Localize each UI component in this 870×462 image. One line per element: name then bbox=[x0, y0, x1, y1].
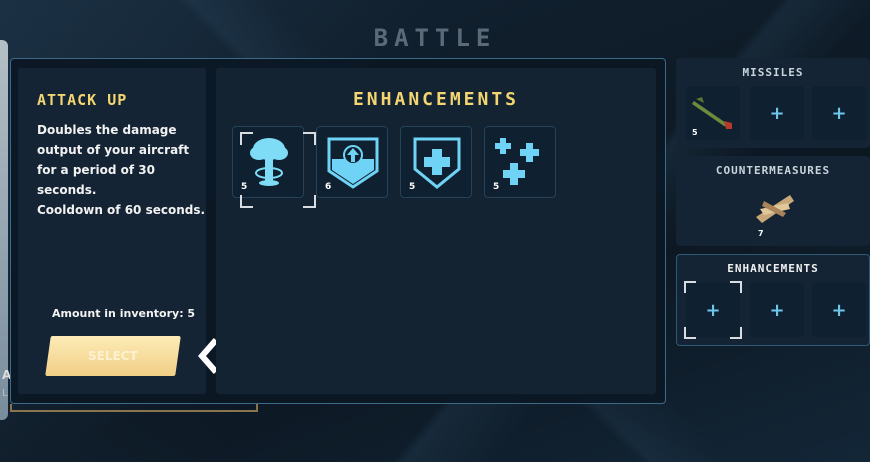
missile-slot-empty[interactable]: + bbox=[812, 86, 866, 140]
enhancement-description: Doubles the damage output of your aircra… bbox=[37, 120, 206, 220]
enhancements-panel bbox=[216, 68, 656, 394]
background-card-frame bbox=[10, 404, 258, 412]
description-line: Cooldown of 60 seconds. bbox=[37, 203, 206, 217]
selection-corners bbox=[684, 281, 742, 339]
enhancement-item-repair[interactable]: 5 bbox=[484, 126, 556, 198]
slot-count: 5 bbox=[692, 128, 698, 137]
nuke-cloud-icon bbox=[250, 138, 288, 186]
enhancements-title: ENHANCEMENTS bbox=[352, 89, 520, 110]
enhancements-loadout-title: ENHANCEMENTS bbox=[727, 262, 819, 275]
missiles-title: MISSILES bbox=[742, 66, 804, 79]
description-line: for a period of 30 bbox=[37, 163, 155, 177]
description-line: output of your aircraft bbox=[37, 143, 190, 157]
slot-count: 7 bbox=[758, 229, 764, 238]
enhancement-slot-empty[interactable]: + bbox=[812, 283, 866, 337]
enhancement-name: ATTACK UP bbox=[37, 91, 128, 109]
plus-icon: + bbox=[769, 299, 785, 321]
enhancement-item-shield-repair[interactable]: 5 bbox=[400, 126, 472, 198]
enhancement-item-shield-boost[interactable]: 6 bbox=[316, 126, 388, 198]
shield-plus-icon bbox=[413, 137, 461, 189]
plus-icon: + bbox=[831, 102, 847, 124]
item-count: 5 bbox=[241, 182, 248, 192]
item-count: 6 bbox=[325, 182, 332, 192]
background-aircraft-card bbox=[0, 40, 8, 420]
shield-up-arrow-icon bbox=[327, 137, 379, 189]
background-card-text: L bbox=[2, 388, 8, 399]
screen-title: BATTLE bbox=[373, 24, 497, 52]
missile-icon bbox=[692, 97, 732, 129]
inventory-amount: Amount in inventory: 5 bbox=[52, 307, 196, 320]
description-line: Doubles the damage bbox=[37, 123, 177, 137]
countermeasure-slot[interactable]: 7 bbox=[748, 182, 802, 238]
item-count: 5 bbox=[409, 182, 416, 192]
enhancement-item-attack-up[interactable]: 5 bbox=[232, 126, 316, 208]
plus-icon: + bbox=[769, 102, 785, 124]
item-count: 5 bbox=[493, 182, 500, 192]
select-button[interactable]: SELECT bbox=[45, 336, 181, 376]
countermeasures-title: COUNTERMEASURES bbox=[715, 164, 831, 177]
enhancement-slot-empty[interactable]: + bbox=[750, 283, 804, 337]
missile-slot[interactable]: 5 bbox=[686, 86, 740, 140]
flare-icon bbox=[756, 195, 794, 223]
missile-slot-empty[interactable]: + bbox=[750, 86, 804, 140]
enhancement-slot-empty[interactable]: + bbox=[684, 281, 742, 339]
multi-plus-icon bbox=[495, 138, 539, 185]
select-button-label: SELECT bbox=[88, 349, 138, 363]
plus-icon: + bbox=[831, 299, 847, 321]
description-line: seconds. bbox=[37, 183, 97, 197]
